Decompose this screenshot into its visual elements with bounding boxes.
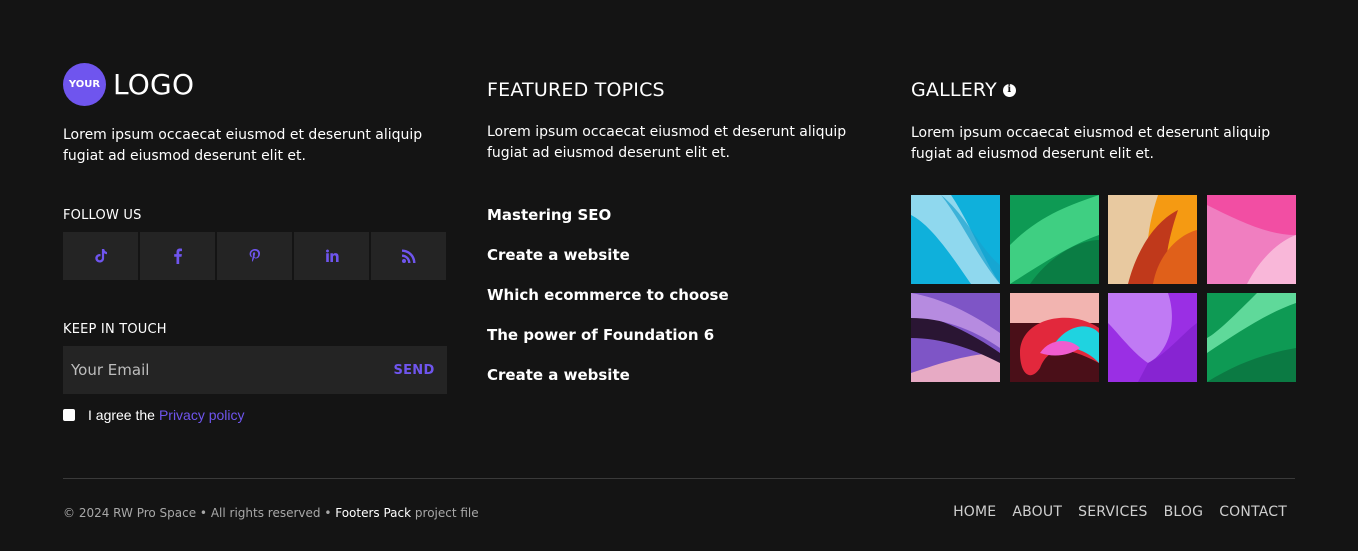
topics-description: Lorem ipsum occaecat eiusmod et deserunt… [487,124,847,161]
privacy-policy-link[interactable]: Privacy policy [159,407,245,423]
newsletter-form: SEND [63,346,447,394]
list-item: Mastering SEO [487,206,729,246]
pinterest-icon [249,249,260,262]
linkedin-icon [325,249,339,262]
nav-about[interactable]: ABOUT [1012,504,1062,520]
copyright-suffix: project file [414,506,479,520]
email-input[interactable] [63,346,381,394]
facebook-button[interactable] [140,232,215,280]
brand-description: Lorem ipsum occaecat eiusmod et deserunt… [63,127,423,164]
topic-link[interactable]: Create a website [487,246,630,264]
gallery-image[interactable] [911,293,1000,382]
gallery-image[interactable] [1108,293,1197,382]
list-item: The power of Foundation 6 [487,326,729,366]
copyright-highlight: Footers Pack [335,506,412,520]
tiktok-icon [94,249,107,263]
logo-text: LOGO [113,68,195,101]
gallery-image[interactable] [1207,195,1296,284]
facebook-icon [173,248,182,264]
agree-label: I agree the [88,407,155,423]
featured-topics-heading: FEATURED TOPICS [487,79,665,101]
follow-heading: FOLLOW US [63,208,142,223]
list-item: Create a website [487,246,729,286]
gallery-image[interactable] [1010,293,1099,382]
nav-home[interactable]: HOME [953,504,996,520]
gallery-heading-wrap: GALLERY i [911,79,1016,101]
nav-contact[interactable]: CONTACT [1219,504,1287,520]
list-item: Create a website [487,366,729,406]
copyright: © 2024 RW Pro Space • All rights reserve… [63,506,479,520]
gallery-description: Lorem ipsum occaecat eiusmod et deserunt… [911,125,1271,162]
topics-list: Mastering SEO Create a website Which eco… [487,206,729,406]
copyright-prefix: © 2024 RW Pro Space • All rights reserve… [63,506,332,520]
logo[interactable]: YOUR LOGO [63,63,194,106]
pinterest-button[interactable] [217,232,292,280]
social-links [63,232,446,280]
gallery-image[interactable] [1108,195,1197,284]
topic-link[interactable]: Create a website [487,366,630,384]
send-button[interactable]: SEND [381,346,447,394]
rss-icon [401,249,415,263]
gallery-image[interactable] [1010,195,1099,284]
topic-link[interactable]: Which ecommerce to choose [487,286,729,304]
agree-checkbox[interactable] [63,409,75,421]
logo-badge: YOUR [63,63,106,106]
footer-divider [63,478,1295,479]
gallery-image[interactable] [1207,293,1296,382]
tiktok-button[interactable] [63,232,138,280]
nav-blog[interactable]: BLOG [1164,504,1204,520]
rss-button[interactable] [371,232,446,280]
linkedin-button[interactable] [294,232,369,280]
privacy-agreement: I agree the Privacy policy [63,407,245,423]
list-item: Which ecommerce to choose [487,286,729,326]
info-icon[interactable]: i [1002,83,1016,97]
keep-in-touch-heading: KEEP IN TOUCH [63,322,167,337]
topic-link[interactable]: Mastering SEO [487,206,611,224]
nav-services[interactable]: SERVICES [1078,504,1148,520]
footer-nav: HOME ABOUT SERVICES BLOG CONTACT [953,504,1287,520]
gallery-heading: GALLERY [911,79,997,101]
topic-link[interactable]: The power of Foundation 6 [487,326,714,344]
gallery-image[interactable] [911,195,1000,284]
